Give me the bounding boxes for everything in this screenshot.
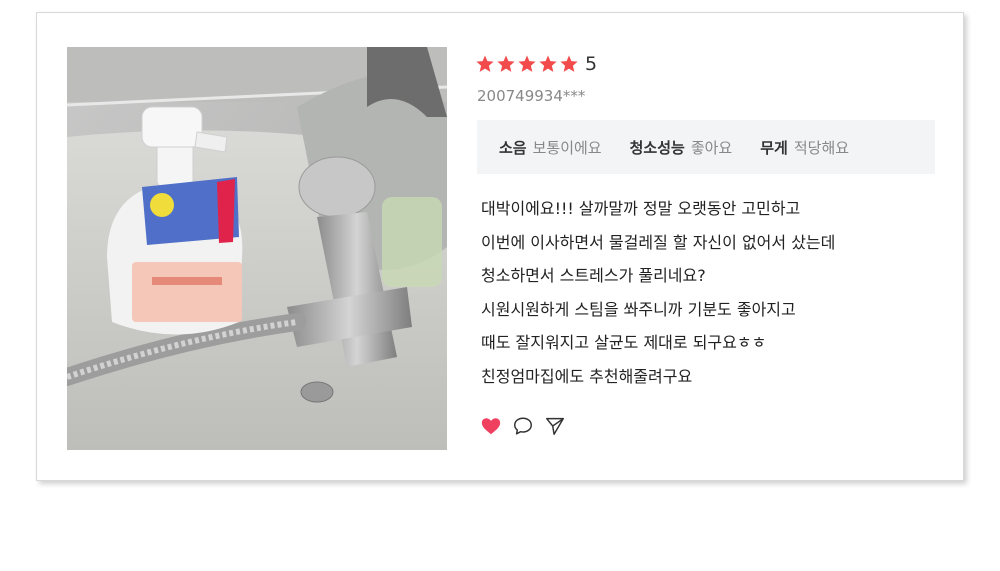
attribute-cleaning: 청소성능 좋아요 [630,137,733,158]
rating: 5 [475,51,597,77]
review-line: 대박이에요!!! 살까말까 정말 오랫동안 고민하고 [481,199,801,218]
attribute-value: 보통이에요 [532,138,602,157]
attribute-label: 청소성능 [629,138,685,157]
heart-icon[interactable] [480,415,502,437]
review-photo[interactable] [58,47,448,450]
review-line: 이번에 이사하면서 물걸레질 할 자신이 없어서 샀는데 [481,232,836,252]
review-actions [480,415,566,437]
star-icon [496,54,516,74]
review-line: 청소하면서 스트레스가 풀리네요? [481,266,706,285]
attribute-value: 적당해요 [793,138,850,157]
speech-bubble-icon[interactable] [512,415,534,437]
star-icon [517,54,537,74]
review-text: 대박이에요!!! 살까말까 정말 오랫동안 고민하고 이번에 이사하면서 물걸레… [481,197,835,398]
paper-plane-icon[interactable] [544,415,566,437]
star-icon [559,54,579,74]
attribute-label: 소음 [499,138,527,157]
star-rating [475,54,579,74]
reviewer-id: 200749934*** [477,87,586,105]
attribute-noise: 소음 보통이에요 [499,137,602,158]
product-attributes: 소음 보통이에요 청소성능 좋아요 무게 적당해요 [477,120,935,174]
review-line: 때도 잘지워지고 살균도 제대로 되구요ㅎㅎ [481,333,767,352]
star-icon [538,54,558,74]
attribute-label: 무게 [760,138,788,157]
attribute-value: 좋아요 [690,138,733,157]
rating-score: 5 [585,53,598,75]
star-icon [475,54,495,74]
review-card: 5 200749934*** 소음 보통이에요 청소성능 좋아요 무게 적당해요 대박… [36,12,964,481]
review-line: 시원시원하게 스팀을 쏴주니까 기분도 좋아지고 [481,299,796,319]
review-line: 친정엄마집에도 추천해줄려구요 [481,366,693,386]
attribute-weight: 무게 적당해요 [760,137,849,158]
photo-bathroom-sink [58,47,448,450]
